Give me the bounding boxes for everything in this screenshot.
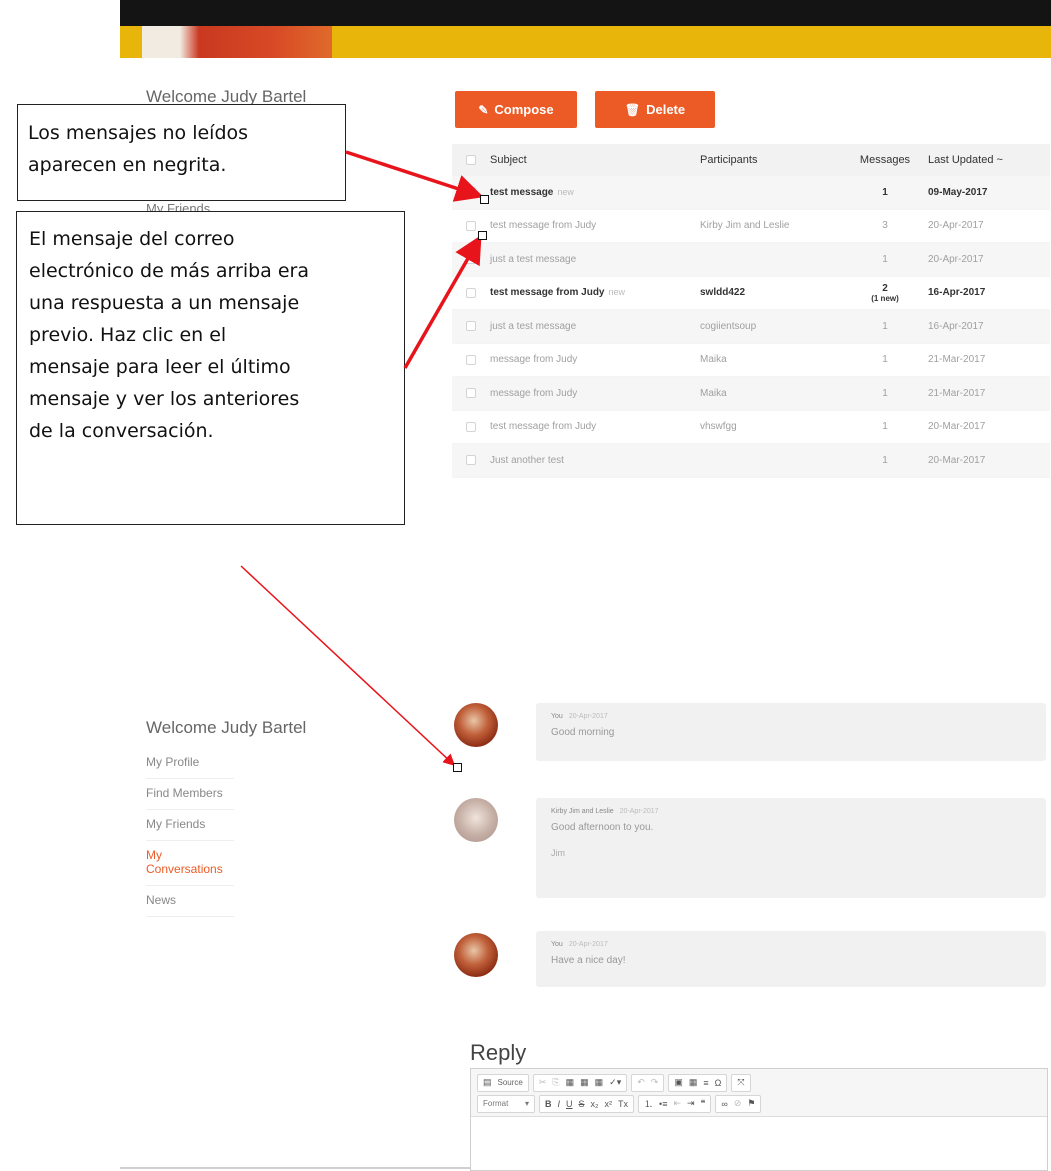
paste-text-icon[interactable]: ▦ [577,1077,592,1088]
marker-square [453,763,462,772]
avatar [454,933,498,977]
arrow-unread [345,150,484,202]
subscript-icon[interactable]: x₂ [588,1099,602,1109]
reply-heading: Reply [470,1040,527,1065]
strikethrough-icon[interactable]: S [576,1099,588,1109]
message-author: You [551,713,563,720]
sidebar-item-my-friends[interactable]: My Friends [146,810,234,841]
message-bubble: You 20-Apr-2017 Have a nice day! [536,931,1046,987]
cut-icon[interactable]: ✂ [536,1077,550,1088]
marker-square [478,231,487,240]
format-select[interactable]: Format ▾ [480,1099,532,1108]
horizontal-line-icon[interactable]: ≡ [700,1078,711,1088]
message-author: You [551,941,563,948]
message-date: 20-Apr-2017 [568,713,608,720]
divider [120,1167,470,1169]
underline-icon[interactable]: U [563,1099,576,1109]
paste-word-icon[interactable]: ▦ [592,1077,607,1088]
copy-icon[interactable]: ⎘ [549,1077,562,1088]
message-signature: Jim [551,848,565,858]
source-icon: ▤ [483,1077,492,1087]
undo-icon[interactable]: ↶ [634,1077,648,1088]
numbered-list-icon[interactable]: ⒈ [641,1097,656,1110]
chevron-down-icon: ▾ [524,1099,529,1108]
arrow-reply-table [403,234,482,369]
source-button[interactable]: Source [495,1078,526,1087]
format-label: Format [483,1099,509,1108]
bulleted-list-icon[interactable]: •≡ [656,1099,670,1109]
welcome-heading: Welcome Judy Bartel [146,718,307,737]
message-bubble: Kirby Jim and Leslie 20-Apr-2017 Good aft… [536,798,1046,898]
sidebar: Welcome Judy Bartel My Profile Find Memb… [146,718,336,917]
message-body: Have a nice day! [551,955,626,966]
editor-toolbar: ▤ Source ✂ ⎘ ▦ ▦ ▦ ✓▾ ↶ ↷ ▣ ▦ ≡ Ω ⤧ Form… [471,1069,1047,1117]
sidebar-item-my-profile[interactable]: My Profile [146,748,234,779]
bold-icon[interactable]: B [542,1099,555,1109]
sidebar-item-my-conversations[interactable]: My Conversations [146,841,234,886]
indent-icon[interactable]: ⇥ [684,1098,698,1109]
superscript-icon[interactable]: x² [602,1099,616,1109]
remove-format-icon[interactable]: Tx [615,1099,631,1109]
marker-square [480,195,489,204]
unlink-icon[interactable]: ⊘ [731,1098,745,1109]
paste-icon[interactable]: ▦ [563,1077,578,1088]
message-date: 20-Apr-2017 [619,808,659,815]
italic-icon[interactable]: I [555,1099,564,1109]
message-author: Kirby Jim and Leslie [551,808,614,815]
avatar [454,798,498,842]
link-icon[interactable]: ∞ [718,1099,730,1109]
anchor-flag-icon[interactable]: ⚑ [744,1098,758,1109]
special-char-icon[interactable]: Ω [712,1078,725,1088]
sidebar-item-find-members[interactable]: Find Members [146,779,234,810]
reply-editor: ▤ Source ✂ ⎘ ▦ ▦ ▦ ✓▾ ↶ ↷ ▣ ▦ ≡ Ω ⤧ Form… [470,1068,1048,1171]
message-date: 20-Apr-2017 [568,941,608,948]
image-icon[interactable]: ▣ [671,1077,686,1088]
redo-icon[interactable]: ↷ [648,1077,662,1088]
spellcheck-icon[interactable]: ✓▾ [606,1077,624,1088]
message-body: Good afternoon to you. [551,822,654,833]
avatar [454,703,498,747]
message-body: Good morning [551,727,615,738]
editor-content-area[interactable] [471,1117,1047,1167]
annotation-arrows [240,150,484,767]
maximize-icon[interactable]: ⤧ [734,1077,747,1088]
table-icon[interactable]: ▦ [686,1077,701,1088]
message-bubble: You 20-Apr-2017 Good morning [536,703,1046,761]
sidebar-item-news[interactable]: News [146,886,234,917]
blockquote-icon[interactable]: ❝ [698,1098,709,1109]
outdent-icon[interactable]: ⇤ [670,1098,684,1109]
